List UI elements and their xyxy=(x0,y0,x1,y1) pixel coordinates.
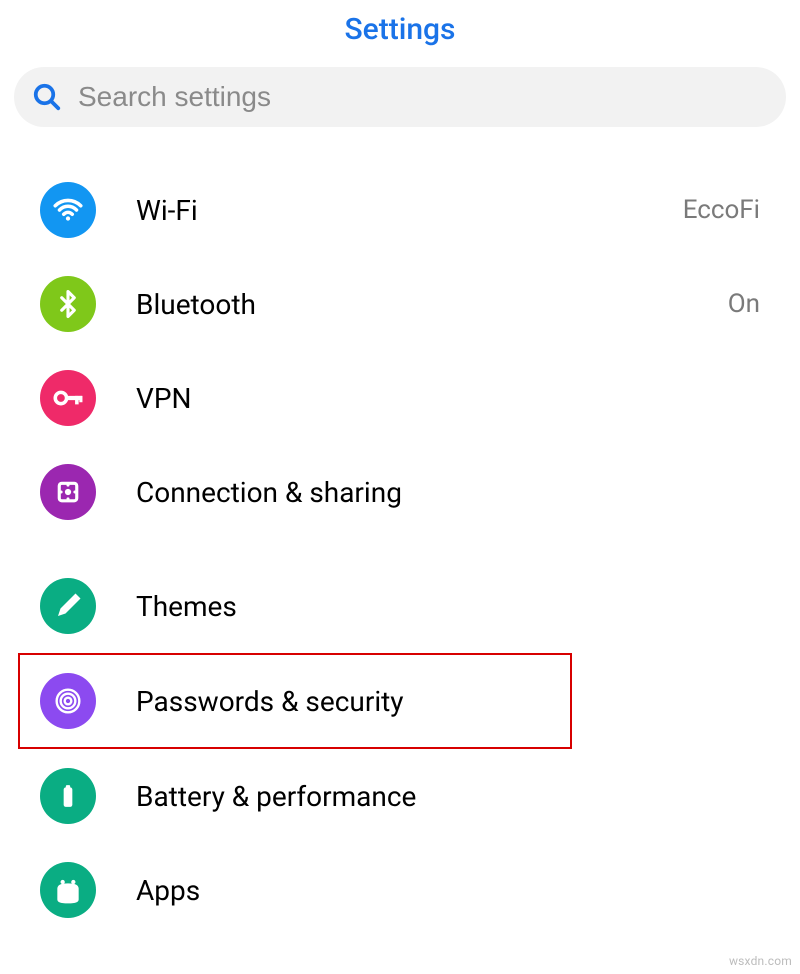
settings-list: Wi-Fi EccoFi Bluetooth On VPN xyxy=(0,147,800,937)
row-apps[interactable]: Apps xyxy=(0,843,800,937)
row-wifi[interactable]: Wi-Fi EccoFi xyxy=(0,163,800,257)
row-bluetooth[interactable]: Bluetooth On xyxy=(0,257,800,351)
fingerprint-icon xyxy=(40,673,96,729)
search-icon xyxy=(32,82,62,112)
watermark: wsxdn.com xyxy=(729,954,792,968)
search-bar[interactable] xyxy=(14,67,786,127)
row-label: Passwords & security xyxy=(136,685,540,718)
apps-icon xyxy=(40,862,96,918)
row-label: VPN xyxy=(136,382,770,415)
row-label: Battery & performance xyxy=(136,780,770,813)
row-label: Themes xyxy=(136,590,770,623)
search-input[interactable] xyxy=(78,81,768,113)
row-value: EccoFi xyxy=(683,195,760,225)
row-connection-sharing[interactable]: Connection & sharing xyxy=(0,445,800,539)
battery-icon xyxy=(40,768,96,824)
row-label: Wi-Fi xyxy=(136,194,643,227)
page-header: Settings xyxy=(0,0,800,67)
wifi-icon xyxy=(40,182,96,238)
row-themes[interactable]: Themes xyxy=(0,559,800,653)
row-label: Connection & sharing xyxy=(136,476,770,509)
page-title: Settings xyxy=(0,12,800,47)
row-value: On xyxy=(728,289,760,319)
vpn-icon xyxy=(40,370,96,426)
row-battery-performance[interactable]: Battery & performance xyxy=(0,749,800,843)
row-vpn[interactable]: VPN xyxy=(0,351,800,445)
themes-icon xyxy=(40,578,96,634)
connection-sharing-icon xyxy=(40,464,96,520)
row-passwords-security[interactable]: Passwords & security xyxy=(18,653,572,749)
row-label: Apps xyxy=(136,874,770,907)
bluetooth-icon xyxy=(40,276,96,332)
row-label: Bluetooth xyxy=(136,288,688,321)
